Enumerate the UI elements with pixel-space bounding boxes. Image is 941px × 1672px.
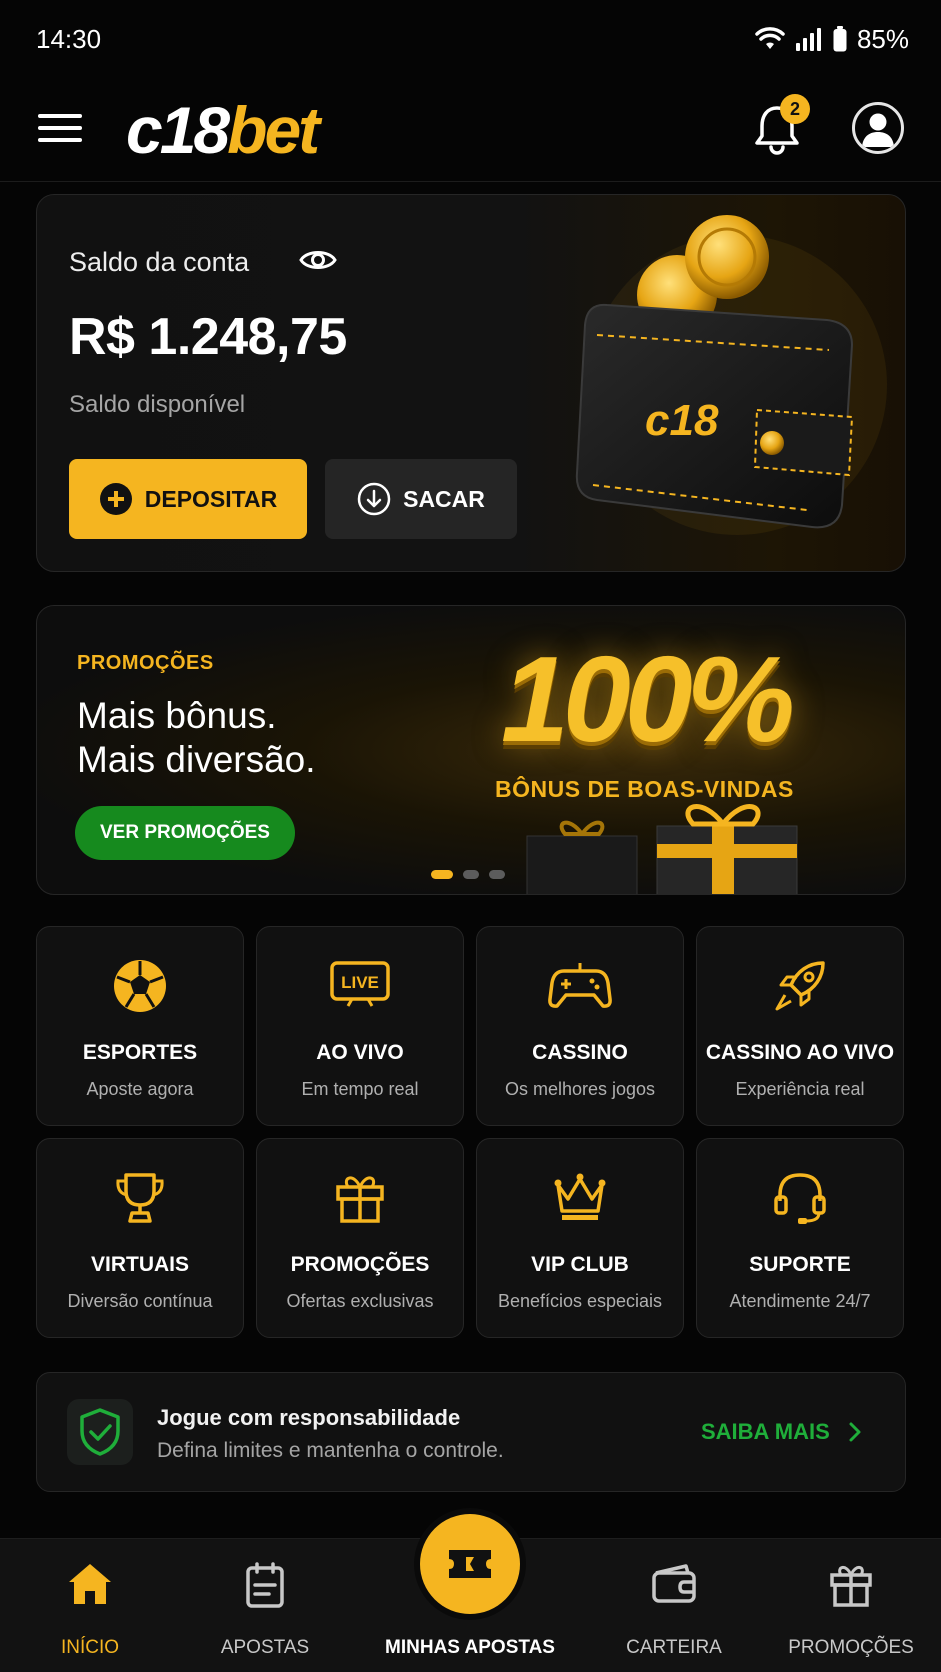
tile-esportes[interactable]: ESPORTES Aposte agora: [36, 926, 244, 1126]
nav-item-apostas[interactable]: APOSTAS: [175, 1539, 355, 1672]
user-icon[interactable]: [852, 102, 904, 154]
battery-percent: 85%: [856, 23, 909, 54]
learn-more-link[interactable]: SAIBA MAIS: [701, 1419, 862, 1445]
carousel-dot[interactable]: [463, 870, 479, 879]
carousel-dots: [431, 870, 505, 879]
logo[interactable]: c18bet: [126, 90, 320, 170]
nav-item-promocoes[interactable]: PROMOÇÕES: [761, 1539, 941, 1672]
gift-boxes-illustration: [526, 804, 798, 894]
soccer-ball-icon: [114, 960, 166, 1012]
tile-cassino-ao-vivo[interactable]: CASSINO AO VIVO Experiência real: [696, 926, 904, 1126]
rocket-icon: [775, 961, 825, 1011]
see-promotions-button[interactable]: VER PROMOÇÕES: [75, 806, 295, 860]
wallet-logo-text: c18: [645, 396, 719, 445]
nav-item-inicio[interactable]: INÍCIO: [0, 1539, 180, 1672]
gamepad-icon: [548, 963, 612, 1008]
wallet-icon: [652, 1564, 696, 1603]
tile-promocoes[interactable]: PROMOÇÕES Ofertas exclusivas: [256, 1138, 464, 1338]
live-tv-icon: LIVE: [330, 961, 390, 1007]
notification-badge: 2: [780, 94, 810, 124]
home-icon: [69, 1564, 111, 1604]
nav-item-carteira[interactable]: CARTEIRA: [584, 1539, 764, 1672]
headset-icon: [774, 1173, 826, 1224]
deposit-button[interactable]: DEPOSITAR: [69, 459, 307, 539]
withdraw-button[interactable]: SACAR: [325, 459, 517, 539]
crown-icon: [554, 1173, 606, 1220]
status-time: 14:30: [36, 23, 102, 54]
menu-icon[interactable]: [38, 108, 82, 148]
responsible-title: Jogue com responsabilidade: [157, 1405, 461, 1430]
trophy-icon: [116, 1173, 164, 1223]
carousel-dot[interactable]: [431, 870, 453, 879]
signal-icon: [795, 28, 821, 51]
promo-tag: PROMOÇÕES: [77, 652, 214, 674]
responsible-text: Defina limites e mantenha o controle.: [157, 1439, 504, 1462]
tile-cassino[interactable]: CASSINO Os melhores jogos: [476, 926, 684, 1126]
gift-icon: [830, 1566, 872, 1607]
battery-icon: [833, 26, 847, 52]
tile-vip-club[interactable]: VIP CLUB Benefícios especiais: [476, 1138, 684, 1338]
betslip-icon: [246, 1562, 284, 1608]
eye-icon[interactable]: [299, 245, 337, 275]
balance-subtitle: Saldo disponível: [69, 391, 246, 418]
ticket-icon: [449, 1550, 491, 1578]
svg-text:LIVE: LIVE: [341, 973, 379, 992]
status-icons: 85%: [755, 24, 909, 55]
carousel-dot[interactable]: [489, 870, 505, 879]
shield-check-icon: [67, 1399, 133, 1465]
wallet-illustration: c18: [575, 215, 887, 535]
chevron-right-icon: [849, 1422, 861, 1442]
promo-banner[interactable]: PROMOÇÕES Mais bônus. Mais diversão. VER…: [36, 605, 906, 895]
app-header: c18bet 2: [0, 78, 941, 182]
promo-big-text: 100%: [501, 631, 795, 767]
my-bets-fab[interactable]: [420, 1514, 520, 1614]
balance-amount: R$ 1.248,75: [69, 308, 347, 366]
gift-icon: [336, 1176, 384, 1223]
responsible-gaming-card: Jogue com responsabilidade Defina limite…: [36, 1372, 906, 1492]
tile-ao-vivo[interactable]: LIVE AO VIVO Em tempo real: [256, 926, 464, 1126]
download-circle-icon: [357, 482, 391, 516]
promo-sub-text: BÔNUS DE BOAS-VINDAS: [495, 776, 794, 802]
balance-card: Saldo da conta R$ 1.248,75 Saldo disponí…: [36, 194, 906, 572]
wifi-icon: [755, 27, 785, 49]
tile-suporte[interactable]: SUPORTE Atendimente 24/7: [696, 1138, 904, 1338]
status-bar: 14:30 85%: [0, 0, 941, 78]
tile-virtuais[interactable]: VIRTUAIS Diversão contínua: [36, 1138, 244, 1338]
balance-label: Saldo da conta: [69, 247, 250, 277]
plus-circle-icon: [99, 483, 132, 515]
promo-title: Mais bônus. Mais diversão.: [77, 695, 316, 780]
